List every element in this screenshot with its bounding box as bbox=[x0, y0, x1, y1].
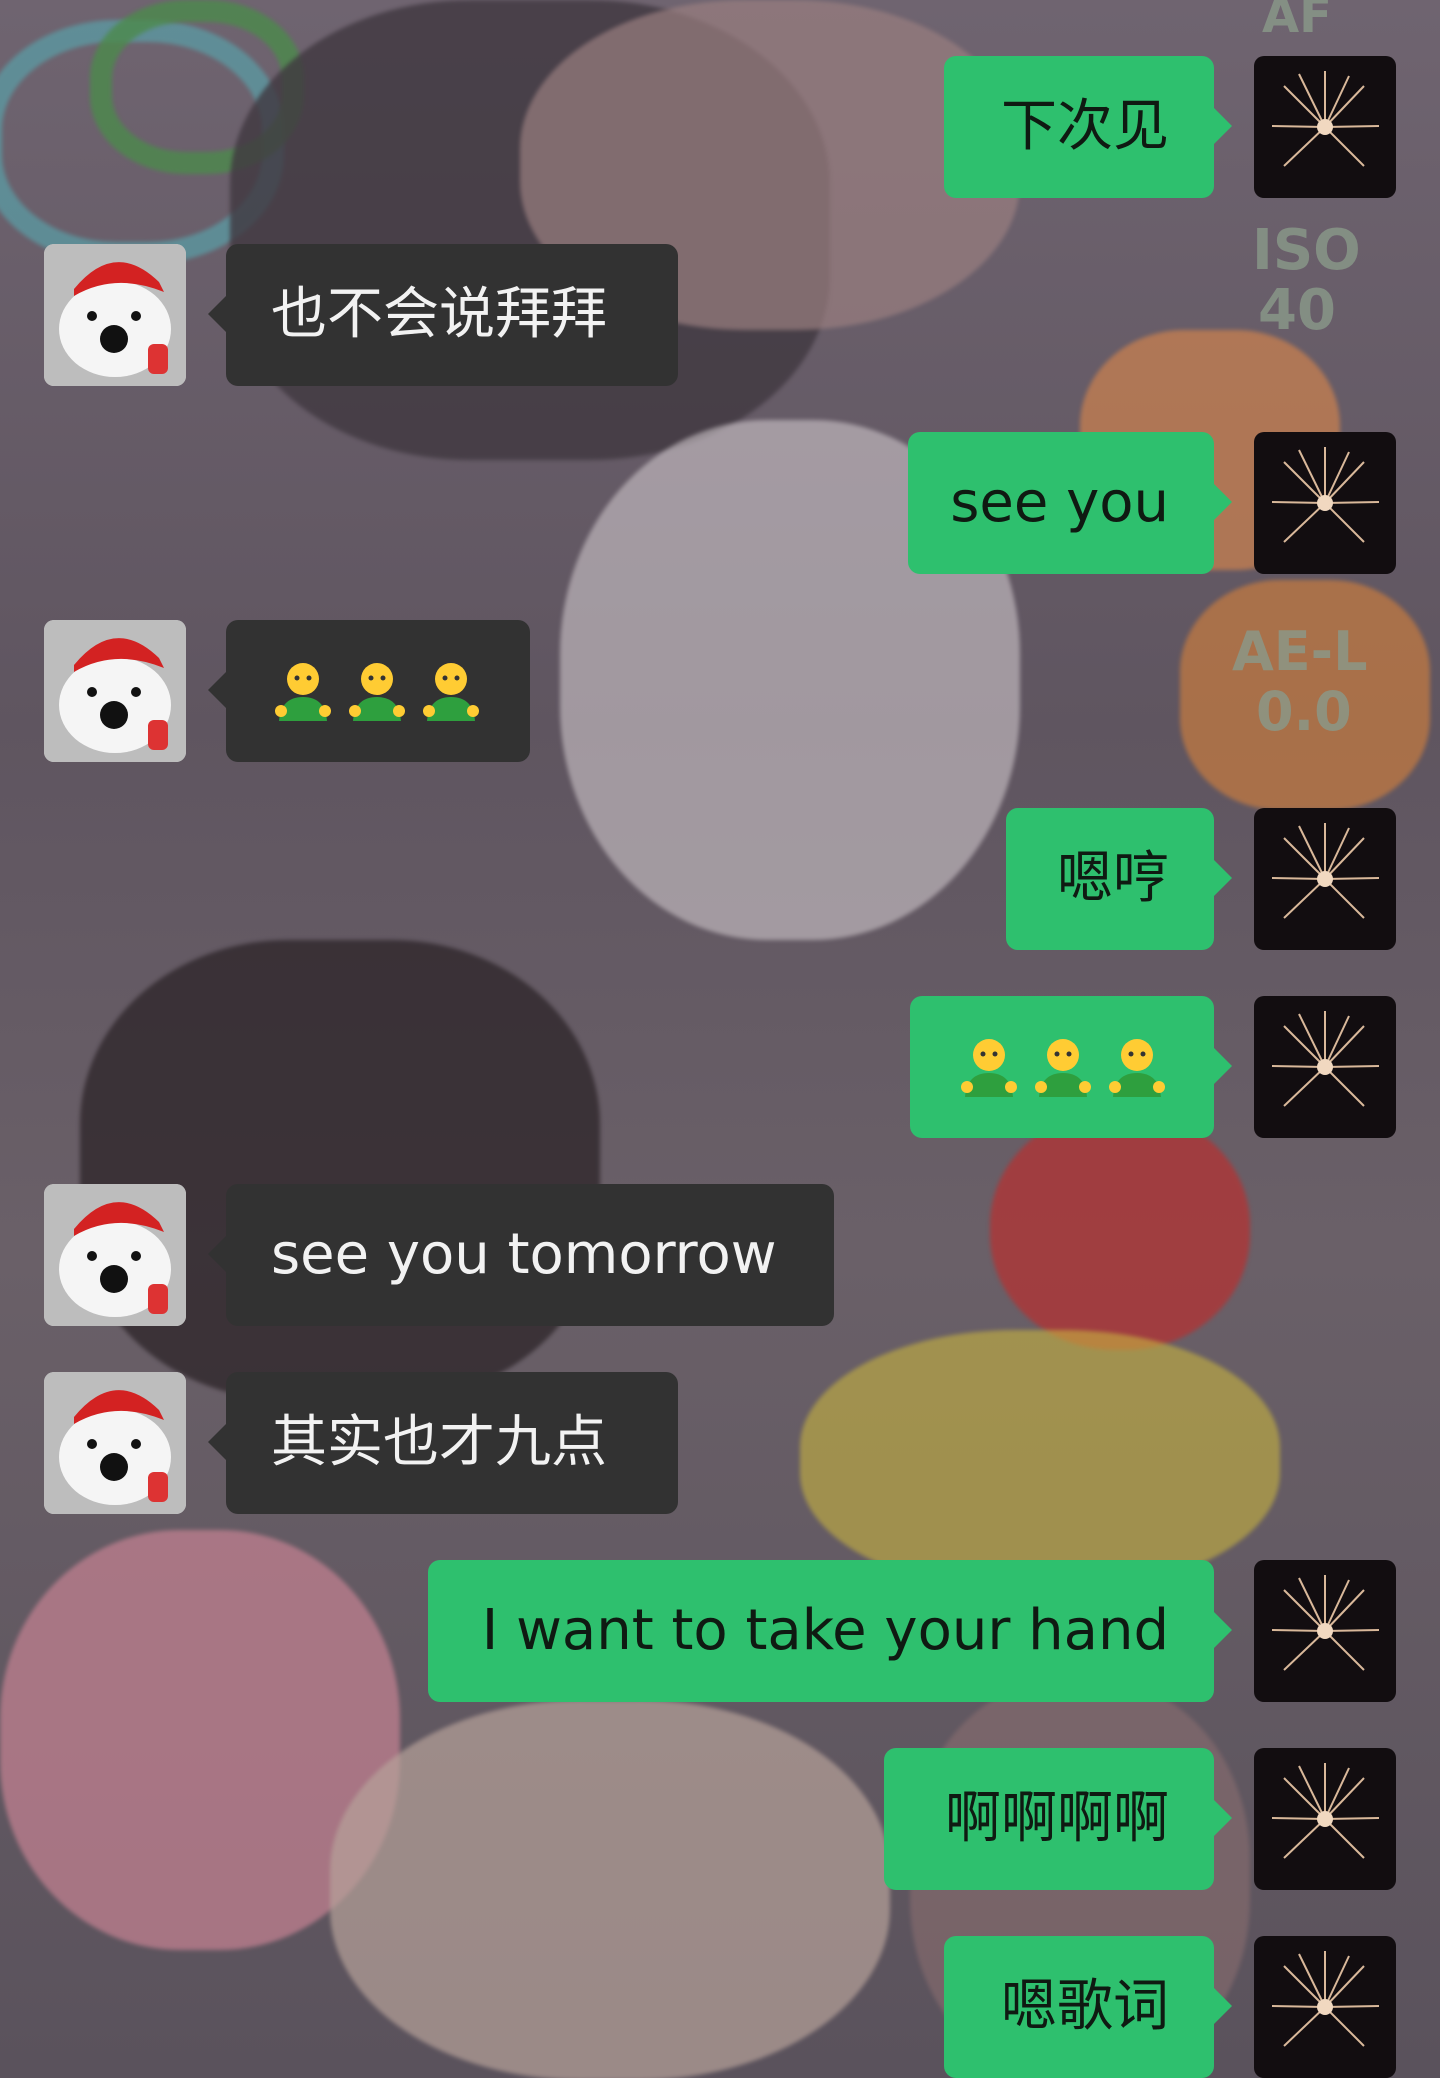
dog-santa-hat-avatar[interactable] bbox=[44, 244, 186, 386]
message-text: 其实也才九点 bbox=[271, 1410, 607, 1475]
fireworks-avatar[interactable] bbox=[1254, 808, 1396, 950]
message-row: 啊啊啊啊 bbox=[0, 1748, 1440, 1890]
outgoing-message-bubble[interactable]: 下次见 bbox=[944, 56, 1232, 198]
dog-santa-hat-avatar[interactable] bbox=[44, 1184, 186, 1326]
message-row bbox=[0, 620, 1440, 762]
message-text: see you bbox=[950, 470, 1169, 535]
incoming-message-bubble[interactable]: see you tomorrow bbox=[208, 1184, 834, 1326]
dog-santa-hat-avatar[interactable] bbox=[44, 1372, 186, 1514]
message-row bbox=[0, 996, 1440, 1138]
person-hugging-emoji bbox=[961, 1039, 1017, 1097]
outgoing-message-bubble[interactable]: I want to take your hand bbox=[428, 1560, 1232, 1702]
incoming-message-bubble[interactable] bbox=[208, 620, 530, 762]
outgoing-message-bubble[interactable]: see you bbox=[908, 432, 1232, 574]
fireworks-avatar[interactable] bbox=[1254, 1936, 1396, 2078]
message-row: 嗯哼 bbox=[0, 808, 1440, 950]
incoming-message-bubble[interactable]: 其实也才九点 bbox=[208, 1372, 678, 1514]
message-row: 下次见 bbox=[0, 56, 1440, 198]
message-text: I want to take your hand bbox=[481, 1598, 1169, 1663]
person-hugging-emoji bbox=[349, 663, 405, 721]
message-row: 嗯歌词 bbox=[0, 1936, 1440, 2078]
outgoing-message-bubble[interactable]: 嗯歌词 bbox=[944, 1936, 1232, 2078]
fireworks-avatar[interactable] bbox=[1254, 996, 1396, 1138]
fireworks-avatar[interactable] bbox=[1254, 1748, 1396, 1890]
fireworks-avatar[interactable] bbox=[1254, 56, 1396, 198]
dog-santa-hat-avatar[interactable] bbox=[44, 620, 186, 762]
message-row: 其实也才九点 bbox=[0, 1372, 1440, 1514]
message-row: see you tomorrow bbox=[0, 1184, 1440, 1326]
outgoing-message-bubble[interactable]: 啊啊啊啊 bbox=[884, 1748, 1232, 1890]
outgoing-message-bubble[interactable]: 嗯哼 bbox=[1006, 808, 1232, 950]
person-hugging-emoji bbox=[423, 663, 479, 721]
message-row: 也不会说拜拜 bbox=[0, 244, 1440, 386]
fireworks-avatar[interactable] bbox=[1254, 1560, 1396, 1702]
message-text: 也不会说拜拜 bbox=[271, 282, 607, 347]
incoming-message-bubble[interactable]: 也不会说拜拜 bbox=[208, 244, 678, 386]
message-row: see you bbox=[0, 432, 1440, 574]
person-hugging-emoji bbox=[1035, 1039, 1091, 1097]
outgoing-message-bubble[interactable] bbox=[910, 996, 1232, 1138]
message-text: 嗯歌词 bbox=[1001, 1974, 1169, 2039]
message-text: 啊啊啊啊 bbox=[945, 1786, 1169, 1851]
camera-af-label: AF bbox=[1262, 0, 1332, 44]
message-row: I want to take your hand bbox=[0, 1560, 1440, 1702]
message-text: 下次见 bbox=[1001, 94, 1169, 159]
message-text: 嗯哼 bbox=[1057, 846, 1169, 911]
person-hugging-emoji bbox=[275, 663, 331, 721]
fireworks-avatar[interactable] bbox=[1254, 432, 1396, 574]
message-text: see you tomorrow bbox=[271, 1222, 777, 1287]
person-hugging-emoji bbox=[1109, 1039, 1165, 1097]
